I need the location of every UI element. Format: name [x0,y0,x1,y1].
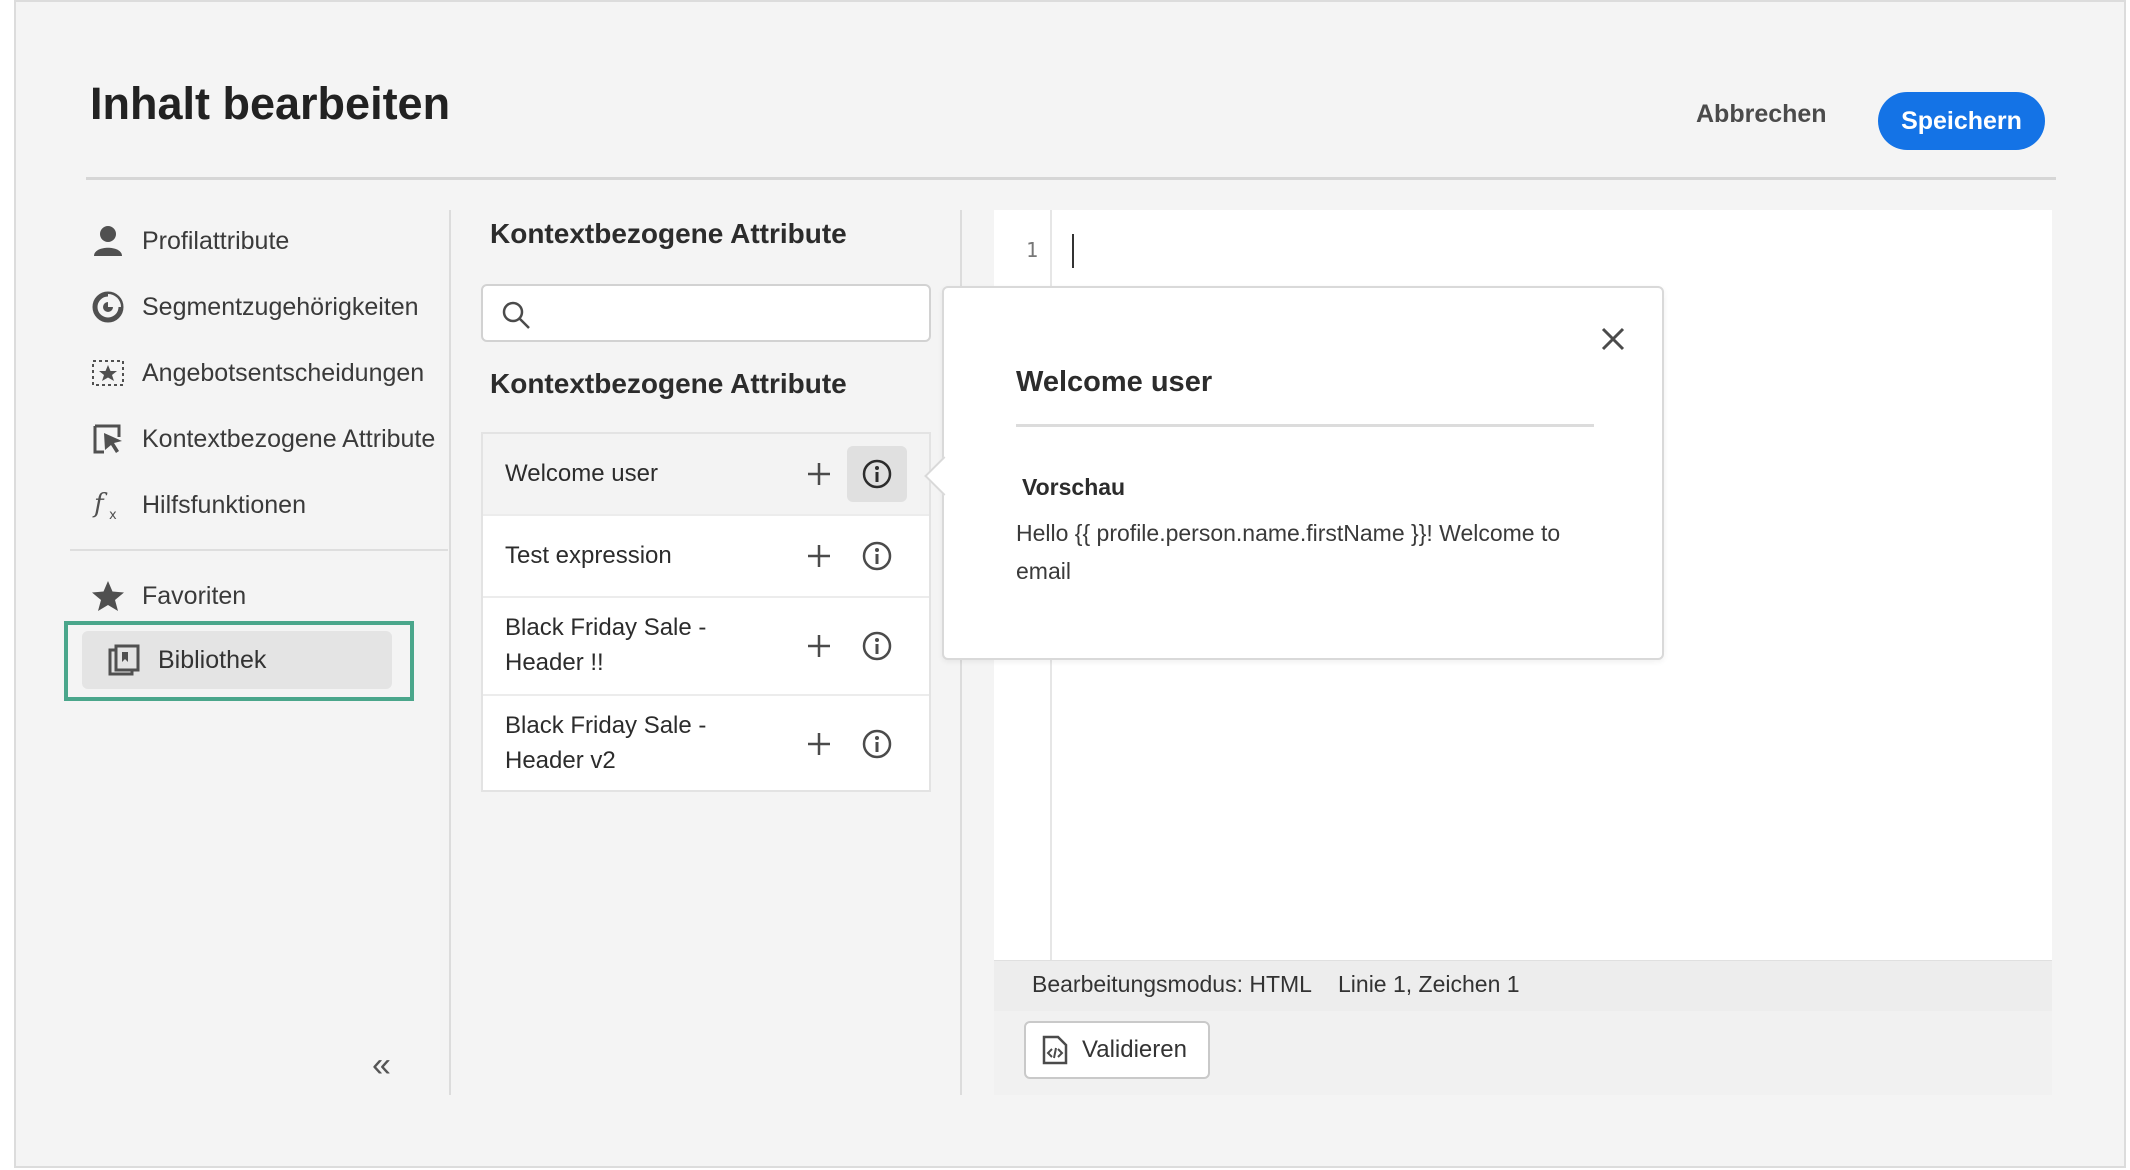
sidebar-item-label: Kontextbezogene Attribute [142,424,436,453]
panel-divider [449,210,451,1095]
page-title: Inhalt bearbeiten [90,78,451,129]
sidebar-item-label: Segmentzugehörigkeiten [142,292,419,321]
sidebar-item-label: Bibliothek [158,645,267,674]
header-divider [86,177,2056,180]
sidebar-item-label: Hilfsfunktionen [142,490,306,519]
list-item-label: Black Friday Sale - Header v2 [505,712,707,774]
info-icon[interactable] [847,528,907,584]
add-icon[interactable] [801,456,837,492]
edit-mode-status: Bearbeitungsmodus: HTML [1032,971,1312,997]
info-icon[interactable] [847,618,907,674]
preview-label: Vorschau [1022,474,1126,500]
sidebar-item-segment-memberships[interactable]: Segmentzugehörigkeiten [90,287,419,327]
library-icon [106,642,142,678]
info-icon[interactable] [847,446,907,502]
line-number: 1 [1026,238,1039,262]
person-icon [90,223,126,259]
sidebar-item-favorites[interactable]: Favoriten [90,576,246,616]
add-icon[interactable] [801,628,837,664]
sidebar-item-label: Favoriten [142,581,247,610]
svg-text:f: f [92,489,108,519]
list-item[interactable]: Black Friday Sale - Header !! [483,598,929,696]
save-button[interactable]: Speichern [1878,92,2045,150]
list-item[interactable]: Test expression [483,516,929,598]
add-icon[interactable] [801,726,837,762]
function-fx-icon: fx [90,487,126,523]
info-icon[interactable] [847,716,907,772]
editor-footer: Validieren [994,1011,2052,1095]
list-item-label: Black Friday Sale - Header !! [505,614,707,676]
attribute-list: Welcome user Test expression Black Frida… [481,432,931,792]
info-popover: Welcome user Vorschau Hello {{ profile.p… [924,286,1664,660]
search-field[interactable] [481,284,931,342]
text-caret [1072,234,1074,268]
validate-label: Validieren [1082,1036,1187,1063]
preview-text: Hello {{ profile.person.name.firstName }… [1016,520,1561,584]
contextual-attributes-subheading: Kontextbezogene Attribute [490,368,847,399]
search-input[interactable] [543,294,917,334]
list-item-label: Welcome user [505,460,658,487]
sidebar-item-helper-functions[interactable]: fx Hilfsfunktionen [90,485,306,525]
add-icon[interactable] [801,538,837,574]
offer-star-icon [90,355,126,391]
sidebar-item-label: Profilattribute [142,226,290,255]
list-item[interactable]: Black Friday Sale - Header v2 [483,696,929,790]
contextual-attributes-heading: Kontextbezogene Attribute [490,218,847,249]
star-icon [90,578,126,614]
popover-divider [1016,424,1594,427]
list-item-label: Test expression [505,542,672,569]
segment-icon [90,289,126,325]
code-file-icon [1042,1035,1068,1065]
sidebar-divider [70,549,448,551]
sidebar-item-contextual-attributes[interactable]: Kontextbezogene Attribute [90,419,435,459]
collapse-sidebar-button[interactable]: « [372,1046,391,1085]
close-icon[interactable] [1598,324,1628,354]
svg-text:x: x [109,508,117,522]
sidebar-item-label: Angebotsentscheidungen [142,358,425,387]
sidebar-item-offer-decisions[interactable]: Angebotsentscheidungen [90,353,424,393]
validate-button[interactable]: Validieren [1024,1021,1210,1079]
cancel-button[interactable]: Abbrechen [1696,100,1827,129]
cursor-position-status: Linie 1, Zeichen 1 [1338,971,1520,997]
contextual-pointer-icon [90,421,126,457]
sidebar-item-profile-attributes[interactable]: Profilattribute [90,221,289,261]
editor-status-bar: Bearbeitungsmodus: HTML Linie 1, Zeichen… [994,960,2052,1011]
list-item[interactable]: Welcome user [483,434,929,516]
popover-title: Welcome user [1016,366,1213,398]
sidebar-item-library[interactable]: Bibliothek [82,631,392,689]
search-icon [501,300,531,335]
